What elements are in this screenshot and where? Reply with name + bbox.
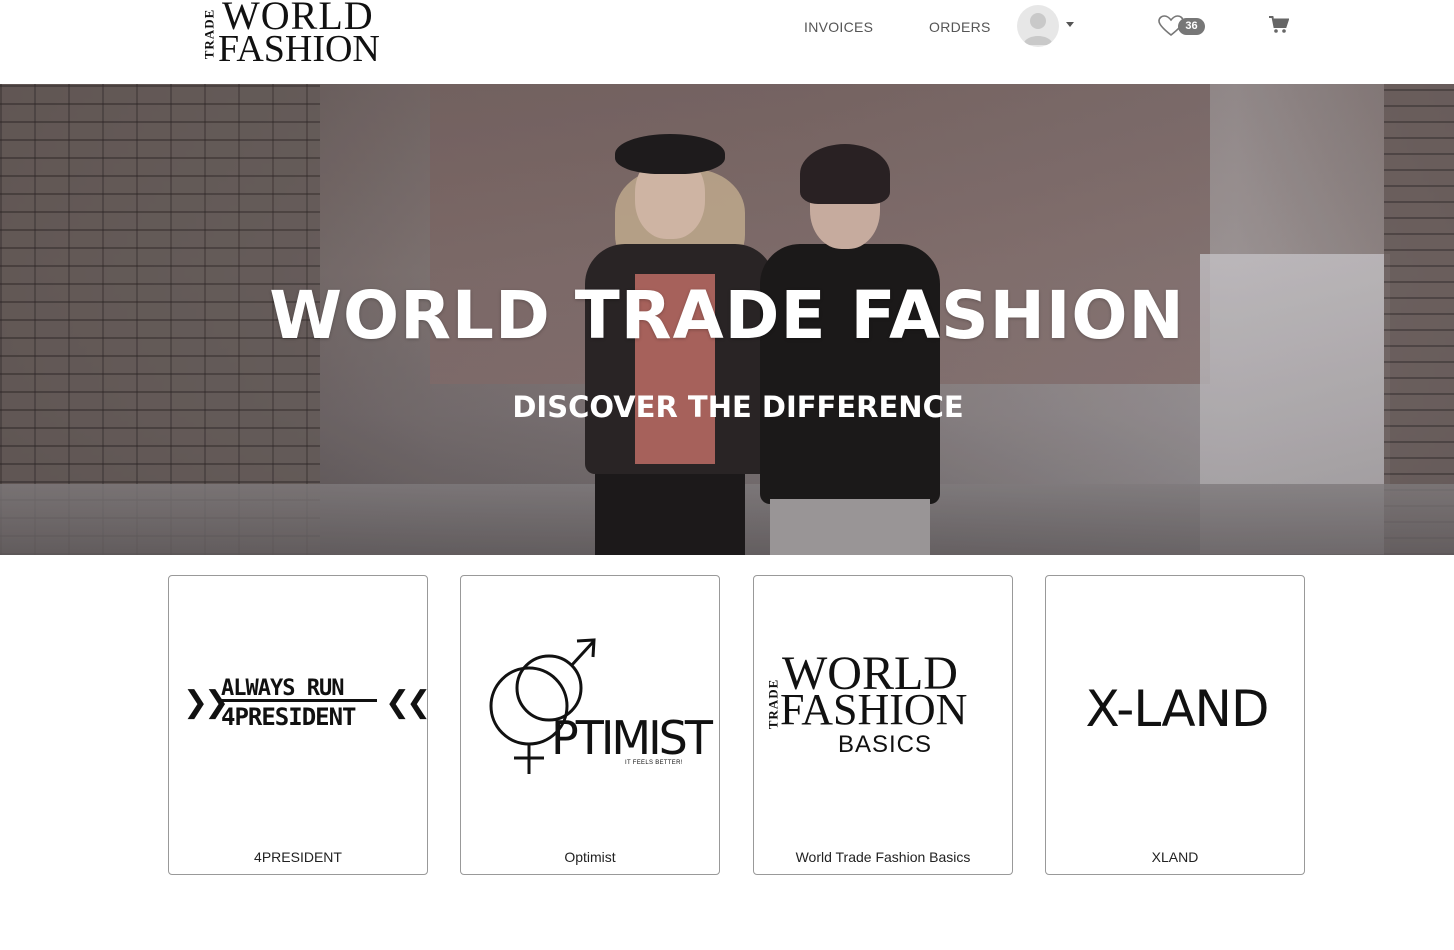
brand-name: Optimist xyxy=(564,849,616,865)
nav-orders-link[interactable]: ORDERS xyxy=(929,19,991,35)
nav-invoices-link[interactable]: INVOICES xyxy=(804,19,873,35)
brand-card-xland[interactable]: X-LAND XLAND xyxy=(1045,575,1305,875)
brand-name: XLAND xyxy=(1151,849,1199,865)
caret-down-icon[interactable] xyxy=(1066,22,1074,27)
hero-title: WORLD TRADE FASHION xyxy=(269,277,1185,354)
brand-card-wtf-basics[interactable]: TRADE WORLD FASHION BASICS World Trade F… xyxy=(753,575,1013,875)
site-logo[interactable]: TRADE WORLD FASHION xyxy=(201,0,418,70)
brand-name: World Trade Fashion Basics xyxy=(795,849,971,865)
shopping-cart-icon[interactable] xyxy=(1269,16,1290,34)
wishlist-count-badge: 36 xyxy=(1178,18,1205,35)
site-header: TRADE WORLD FASHION INVOICES ORDERS 36 xyxy=(0,0,1454,84)
logo-fashion: FASHION xyxy=(218,28,380,70)
brand-name: 4PRESIDENT xyxy=(254,849,342,865)
chevrons-left-icon: ❮❮ xyxy=(385,685,431,720)
brand-card-4president[interactable]: ❯❯ ALWAYS RUN 4PRESIDENT ❮❮ 4PRESIDENT xyxy=(168,575,431,875)
chevrons-right-icon: ❯❯ xyxy=(183,685,229,720)
brand-card-optimist[interactable]: PTIMIST IT FEELS BETTER! Optimist xyxy=(460,575,720,875)
hero-banner: WORLD TRADE FASHION DISCOVER THE DIFFERE… xyxy=(0,84,1454,555)
hero-subtitle: DISCOVER THE DIFFERENCE xyxy=(512,390,964,424)
user-avatar-icon[interactable] xyxy=(1017,5,1059,47)
